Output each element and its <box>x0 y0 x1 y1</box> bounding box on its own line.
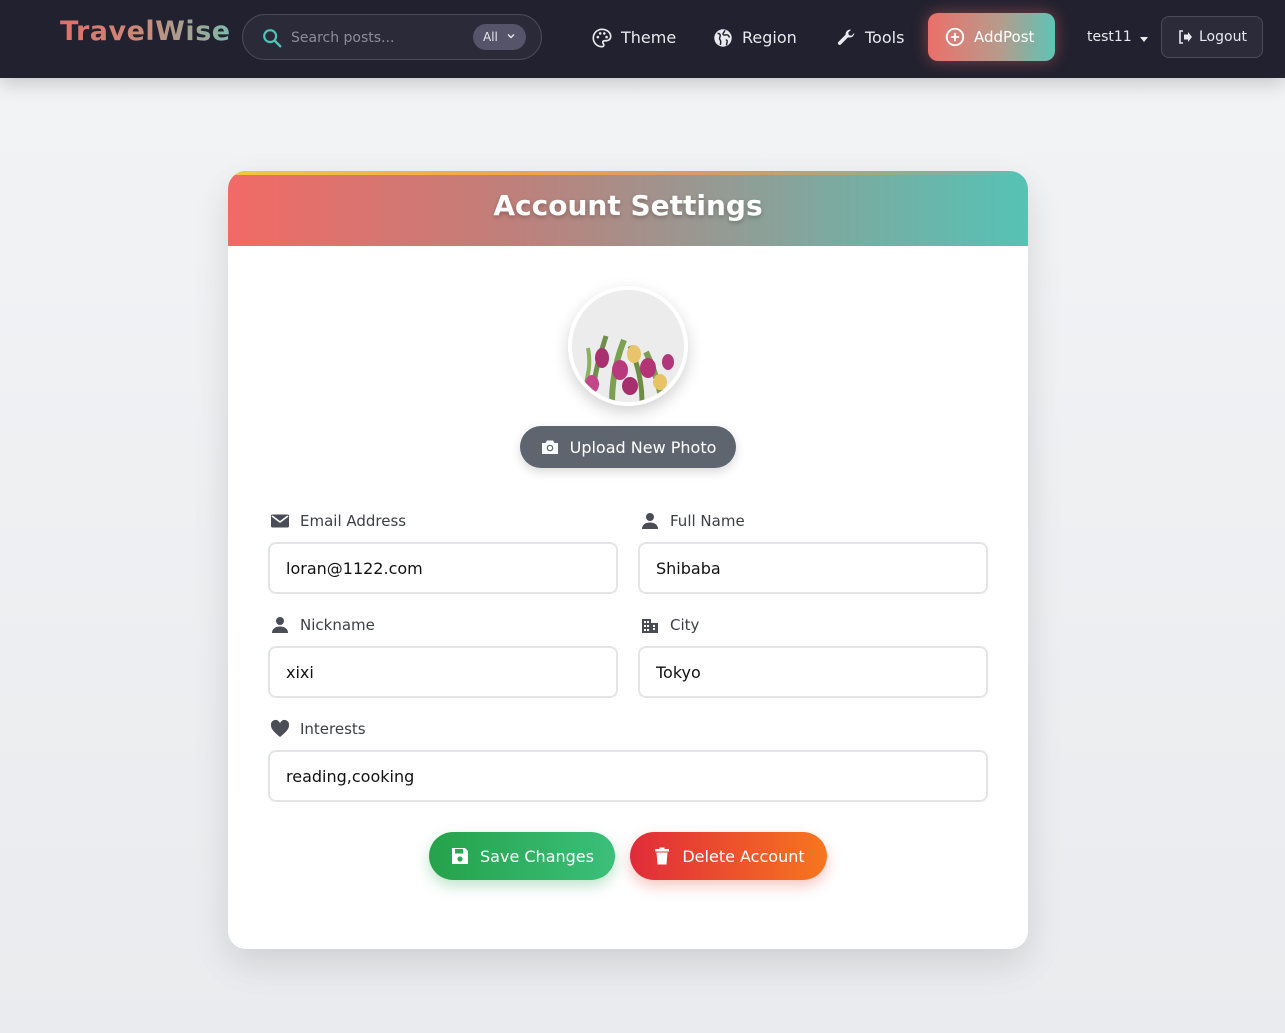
card-header: Account Settings <box>228 171 1028 246</box>
page-title: Account Settings <box>493 189 763 222</box>
avatar-image <box>572 290 684 402</box>
delete-account-button[interactable]: Delete Account <box>630 832 827 880</box>
camera-icon <box>541 440 558 454</box>
palette-icon <box>592 28 612 48</box>
heart-icon <box>270 719 290 737</box>
search-icon <box>263 29 282 48</box>
plus-circle-icon <box>945 27 965 47</box>
account-settings-card: Account Settings Upload New Photo Email … <box>228 171 1028 949</box>
trash-icon <box>655 847 670 865</box>
user-menu[interactable]: test11 <box>1087 29 1148 45</box>
nav-tools-label: Tools <box>865 28 905 47</box>
envelope-icon <box>271 514 289 528</box>
delete-account-label: Delete Account <box>682 846 805 866</box>
fullname-label: Full Name <box>640 511 745 531</box>
person-icon <box>272 617 288 633</box>
nickname-field[interactable] <box>268 646 618 698</box>
search-bar: All <box>242 14 542 60</box>
nav-theme-label: Theme <box>621 28 677 47</box>
upload-photo-label: Upload New Photo <box>569 437 717 457</box>
logout-label: Logout <box>1199 29 1247 45</box>
add-post-label: AddPost <box>974 28 1035 46</box>
chevron-down-icon <box>507 34 515 39</box>
city-field[interactable] <box>638 646 988 698</box>
person-icon <box>642 513 658 529</box>
email-field[interactable] <box>268 542 618 594</box>
caret-down-icon <box>1139 36 1148 42</box>
floppy-disk-icon <box>452 848 469 864</box>
globe-icon <box>714 29 732 47</box>
city-label-text: City <box>670 616 700 634</box>
fullname-label-text: Full Name <box>670 512 745 530</box>
nickname-label-text: Nickname <box>300 616 375 634</box>
search-filter-label: All <box>483 30 498 44</box>
fullname-field[interactable] <box>638 542 988 594</box>
interests-field[interactable] <box>268 750 988 802</box>
interests-label-text: Interests <box>300 720 366 738</box>
nickname-label: Nickname <box>270 615 375 635</box>
save-changes-label: Save Changes <box>480 846 594 866</box>
brand-logo[interactable]: TravelWise <box>60 16 231 47</box>
nav-theme[interactable]: Theme <box>591 24 676 52</box>
nav-tools[interactable]: Tools <box>835 24 904 52</box>
nav-region-label: Region <box>742 28 797 47</box>
upload-photo-button[interactable]: Upload New Photo <box>520 426 736 468</box>
logout-button[interactable]: Logout <box>1161 16 1263 58</box>
add-post-button[interactable]: AddPost <box>928 13 1055 61</box>
logout-icon <box>1179 30 1192 44</box>
city-label: City <box>640 615 699 635</box>
username-label: test11 <box>1087 29 1132 45</box>
top-navbar: TravelWise All Theme Region <box>0 0 1285 78</box>
avatar[interactable] <box>568 286 688 406</box>
save-changes-button[interactable]: Save Changes <box>429 832 615 880</box>
wrench-icon <box>837 29 855 45</box>
interests-label: Interests <box>270 719 366 739</box>
email-label-text: Email Address <box>300 512 407 530</box>
building-icon <box>642 619 658 633</box>
search-input[interactable] <box>291 26 461 50</box>
nav-region[interactable]: Region <box>712 24 797 52</box>
search-filter-dropdown[interactable]: All <box>473 24 526 50</box>
email-label: Email Address <box>270 511 406 531</box>
